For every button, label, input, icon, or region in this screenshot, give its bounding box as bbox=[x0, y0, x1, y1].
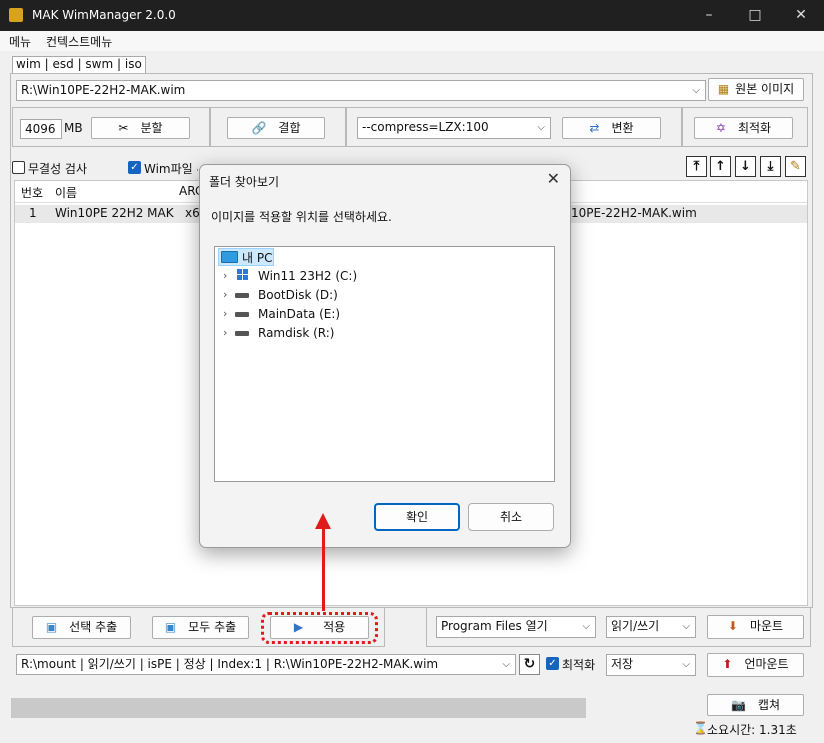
box-icon: ▣ bbox=[45, 620, 58, 634]
original-image-label: 원본 이미지 bbox=[735, 82, 795, 96]
wim-path-label: Wim파일 추출시 경로 사용함 bbox=[144, 162, 198, 176]
split-button[interactable]: ✂ 분할 bbox=[91, 117, 190, 139]
link-icon: 🔗 bbox=[251, 121, 267, 135]
chevron-down-icon: ⌵ bbox=[582, 621, 590, 632]
windows-drive-icon bbox=[237, 269, 249, 281]
chevron-right-icon[interactable]: › bbox=[223, 324, 227, 342]
row-arch: x6 bbox=[185, 206, 200, 220]
integrity-check-label: 무결성 검사 bbox=[28, 162, 88, 176]
split-unit-label: MB bbox=[64, 121, 83, 135]
compress-option-combo[interactable]: --compress=LZX:100 ⌵ bbox=[357, 117, 551, 139]
dialog-title: 폴더 찾아보기 bbox=[209, 175, 280, 189]
optimize-checkbox[interactable]: ✓ bbox=[546, 657, 559, 670]
menu-item-context[interactable]: 컨텍스트메뉴 bbox=[46, 33, 112, 50]
camera-icon: 📷 bbox=[730, 698, 746, 712]
tab-wim[interactable]: wim | esd | swm | iso bbox=[12, 56, 146, 73]
convert-button[interactable]: ⇄ 변환 bbox=[562, 117, 661, 139]
save-option-combo[interactable]: 저장 ⌵ bbox=[606, 654, 696, 676]
rw-mode-combo[interactable]: 읽기/쓰기 ⌵ bbox=[606, 616, 696, 638]
elapsed-time: 소요시간: 1.31초 bbox=[707, 723, 797, 737]
tree-item-my-pc[interactable]: 내 PC bbox=[218, 248, 274, 266]
menu-item-menu[interactable]: 메뉴 bbox=[9, 33, 31, 50]
cancel-button[interactable]: 취소 bbox=[468, 503, 554, 531]
close-icon[interactable]: ✕ bbox=[547, 169, 560, 188]
column-name[interactable]: 이름 bbox=[55, 184, 77, 201]
optimize-button[interactable]: ✡ 최적화 bbox=[694, 117, 793, 139]
scissors-icon: ✂ bbox=[118, 121, 129, 135]
progress-bar bbox=[11, 698, 586, 718]
source-path-value: R:\Win10PE-22H2-MAK.wim bbox=[21, 83, 186, 97]
tree-item-drive-d[interactable]: › BootDisk (D:) bbox=[223, 286, 423, 304]
source-path-combo[interactable]: R:\Win10PE-22H2-MAK.wim ⌵ bbox=[16, 80, 706, 101]
title-bar: MAK WimManager 2.0.0 – □ ✕ bbox=[0, 0, 824, 31]
chevron-down-icon: ⌵ bbox=[682, 659, 690, 670]
menu-bar: 메뉴 컨텍스트메뉴 bbox=[0, 31, 824, 51]
annotation-arrow-line bbox=[322, 527, 325, 611]
drive-icon bbox=[235, 331, 249, 336]
drive-icon bbox=[235, 312, 249, 317]
merge-button[interactable]: 🔗 결합 bbox=[227, 117, 325, 139]
annotation-highlight bbox=[261, 612, 378, 644]
mount-status-combo[interactable]: R:\mount | 읽기/쓰기 | isPE | 정상 | Index:1 |… bbox=[16, 654, 516, 675]
row-path: 10PE-22H2-MAK.wim bbox=[571, 206, 697, 220]
window-title: MAK WimManager 2.0.0 bbox=[32, 8, 176, 22]
folder-tree[interactable]: 내 PC › Win11 23H2 (C:) › BootDisk (D:) ›… bbox=[214, 246, 555, 482]
optimize-check-label: 최적화 bbox=[562, 658, 596, 672]
move-up-icon[interactable]: ↑ bbox=[710, 156, 731, 177]
chevron-down-icon: ⌵ bbox=[537, 122, 545, 133]
tree-item-drive-c[interactable]: › Win11 23H2 (C:) bbox=[223, 267, 423, 285]
chevron-right-icon[interactable]: › bbox=[223, 267, 227, 285]
clean-brush-icon[interactable]: ✎ bbox=[785, 156, 806, 177]
move-top-icon[interactable]: ⤒ bbox=[686, 156, 707, 177]
package-icon: ▦ bbox=[717, 82, 730, 96]
dialog-prompt: 이미지를 적용할 위치를 선택하세요. bbox=[211, 210, 392, 224]
chevron-down-icon: ⌵ bbox=[682, 621, 690, 632]
wim-path-checkbox[interactable]: ✓ bbox=[128, 161, 141, 174]
capture-button[interactable]: 📷 캡쳐 bbox=[707, 694, 804, 716]
hourglass-icon: ⌛ bbox=[693, 721, 708, 735]
tree-item-drive-r[interactable]: › Ramdisk (R:) bbox=[223, 324, 423, 342]
column-number[interactable]: 번호 bbox=[21, 184, 43, 201]
original-image-button[interactable]: ▦ 원본 이미지 bbox=[708, 78, 804, 101]
maximize-icon[interactable]: □ bbox=[732, 0, 778, 31]
split-size-input[interactable]: 4096 bbox=[20, 119, 62, 139]
integrity-check-checkbox[interactable] bbox=[12, 161, 25, 174]
chevron-right-icon[interactable]: › bbox=[223, 286, 227, 304]
program-files-combo[interactable]: Program Files 열기 ⌵ bbox=[436, 616, 596, 638]
chevron-down-icon: ⌵ bbox=[692, 85, 700, 96]
computer-icon bbox=[221, 251, 238, 263]
folder-browse-dialog: 폴더 찾아보기 ✕ 이미지를 적용할 위치를 선택하세요. 내 PC › Win… bbox=[199, 164, 571, 548]
unmount-icon: ⬆ bbox=[722, 657, 733, 671]
ok-button[interactable]: 확인 bbox=[374, 503, 460, 531]
tree-item-drive-e[interactable]: › MainData (E:) bbox=[223, 305, 423, 323]
move-down-icon[interactable]: ↓ bbox=[735, 156, 756, 177]
drive-icon bbox=[235, 293, 249, 298]
optimize-icon: ✡ bbox=[715, 121, 726, 135]
unmount-button[interactable]: ⬆ 언마운트 bbox=[707, 653, 804, 677]
box-icon: ▣ bbox=[164, 620, 177, 634]
mount-button[interactable]: ⬇ 마운트 bbox=[707, 615, 804, 639]
shuffle-icon: ⇄ bbox=[589, 121, 600, 135]
extract-all-button[interactable]: ▣ 모두 추출 bbox=[152, 616, 249, 639]
close-icon[interactable]: ✕ bbox=[778, 0, 824, 31]
extract-selected-button[interactable]: ▣ 선택 추출 bbox=[32, 616, 131, 639]
move-bottom-icon[interactable]: ⤓ bbox=[760, 156, 781, 177]
row-number: 1 bbox=[29, 206, 37, 220]
app-icon bbox=[9, 8, 23, 22]
chevron-down-icon: ⌵ bbox=[502, 659, 510, 670]
mount-icon: ⬇ bbox=[727, 619, 738, 633]
refresh-icon[interactable]: ↻ bbox=[519, 654, 540, 675]
chevron-right-icon[interactable]: › bbox=[223, 305, 227, 323]
minimize-icon[interactable]: – bbox=[686, 0, 732, 31]
row-name: Win10PE 22H2 MAK bbox=[55, 206, 174, 220]
